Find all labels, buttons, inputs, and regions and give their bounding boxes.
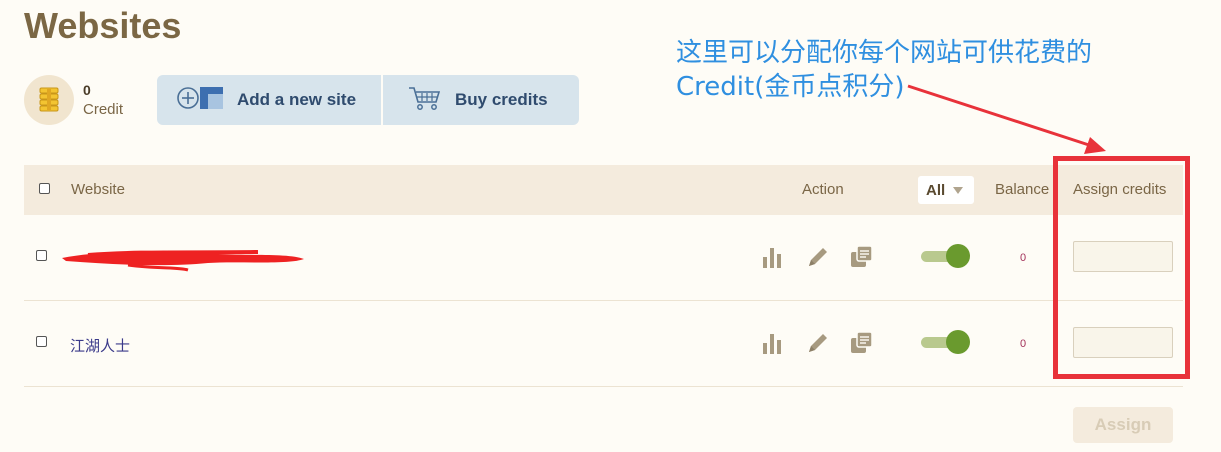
- add-site-icon: [177, 85, 225, 116]
- annotation-line-1: 这里可以分配你每个网站可供花费的: [676, 38, 1093, 68]
- annotation-line-2: Credit(金币点积分): [676, 72, 905, 102]
- pencil-icon[interactable]: [805, 330, 831, 356]
- copy-icon[interactable]: [849, 244, 875, 270]
- credit-summary: 0 Credit: [24, 75, 123, 125]
- pencil-icon[interactable]: [805, 244, 831, 270]
- assign-button[interactable]: Assign: [1073, 407, 1173, 443]
- annotation-text: 这里可以分配你每个网站可供花费的 Credit(金币点积分): [676, 36, 1092, 104]
- cart-icon: [407, 85, 443, 116]
- site-enabled-toggle[interactable]: [921, 330, 971, 354]
- page-title: Websites: [24, 5, 182, 46]
- assign-credits-input[interactable]: [1073, 327, 1173, 358]
- add-site-button[interactable]: Add a new site: [157, 75, 381, 125]
- chevron-down-icon: [953, 186, 964, 194]
- coin-stack-icon: [24, 75, 74, 125]
- buy-credits-label: Buy credits: [455, 90, 548, 109]
- site-balance: 0: [1020, 252, 1027, 264]
- bar-chart-icon[interactable]: [760, 330, 786, 356]
- copy-icon[interactable]: [849, 330, 875, 356]
- redaction-mark: [62, 250, 304, 272]
- buy-credits-button[interactable]: Buy credits: [383, 75, 579, 125]
- site-balance: 0: [1020, 338, 1027, 350]
- header-website: Website: [71, 181, 125, 198]
- add-site-label: Add a new site: [237, 90, 357, 109]
- assign-credits-input[interactable]: [1073, 241, 1173, 272]
- row-checkbox[interactable]: [36, 336, 47, 347]
- status-filter-value: All: [926, 181, 946, 199]
- site-enabled-toggle[interactable]: [921, 244, 971, 268]
- bar-chart-icon[interactable]: [760, 244, 786, 270]
- header-action: Action: [802, 181, 844, 198]
- table-header: Website Action All Balance Assign credit…: [24, 165, 1183, 215]
- site-name-link[interactable]: 江湖人士: [70, 335, 130, 356]
- header-assign-credits: Assign credits: [1073, 181, 1167, 198]
- row-checkbox[interactable]: [36, 250, 47, 261]
- status-filter-select[interactable]: All: [918, 176, 974, 204]
- header-balance: Balance: [995, 181, 1050, 198]
- toolbar: Add a new site Buy credits: [157, 75, 579, 125]
- table-row: 江湖人士 0: [24, 301, 1183, 387]
- credit-label: Credit: [83, 101, 124, 118]
- credit-amount: 0: [83, 82, 91, 98]
- table-row: 0: [24, 215, 1183, 301]
- select-all-checkbox[interactable]: [39, 183, 50, 194]
